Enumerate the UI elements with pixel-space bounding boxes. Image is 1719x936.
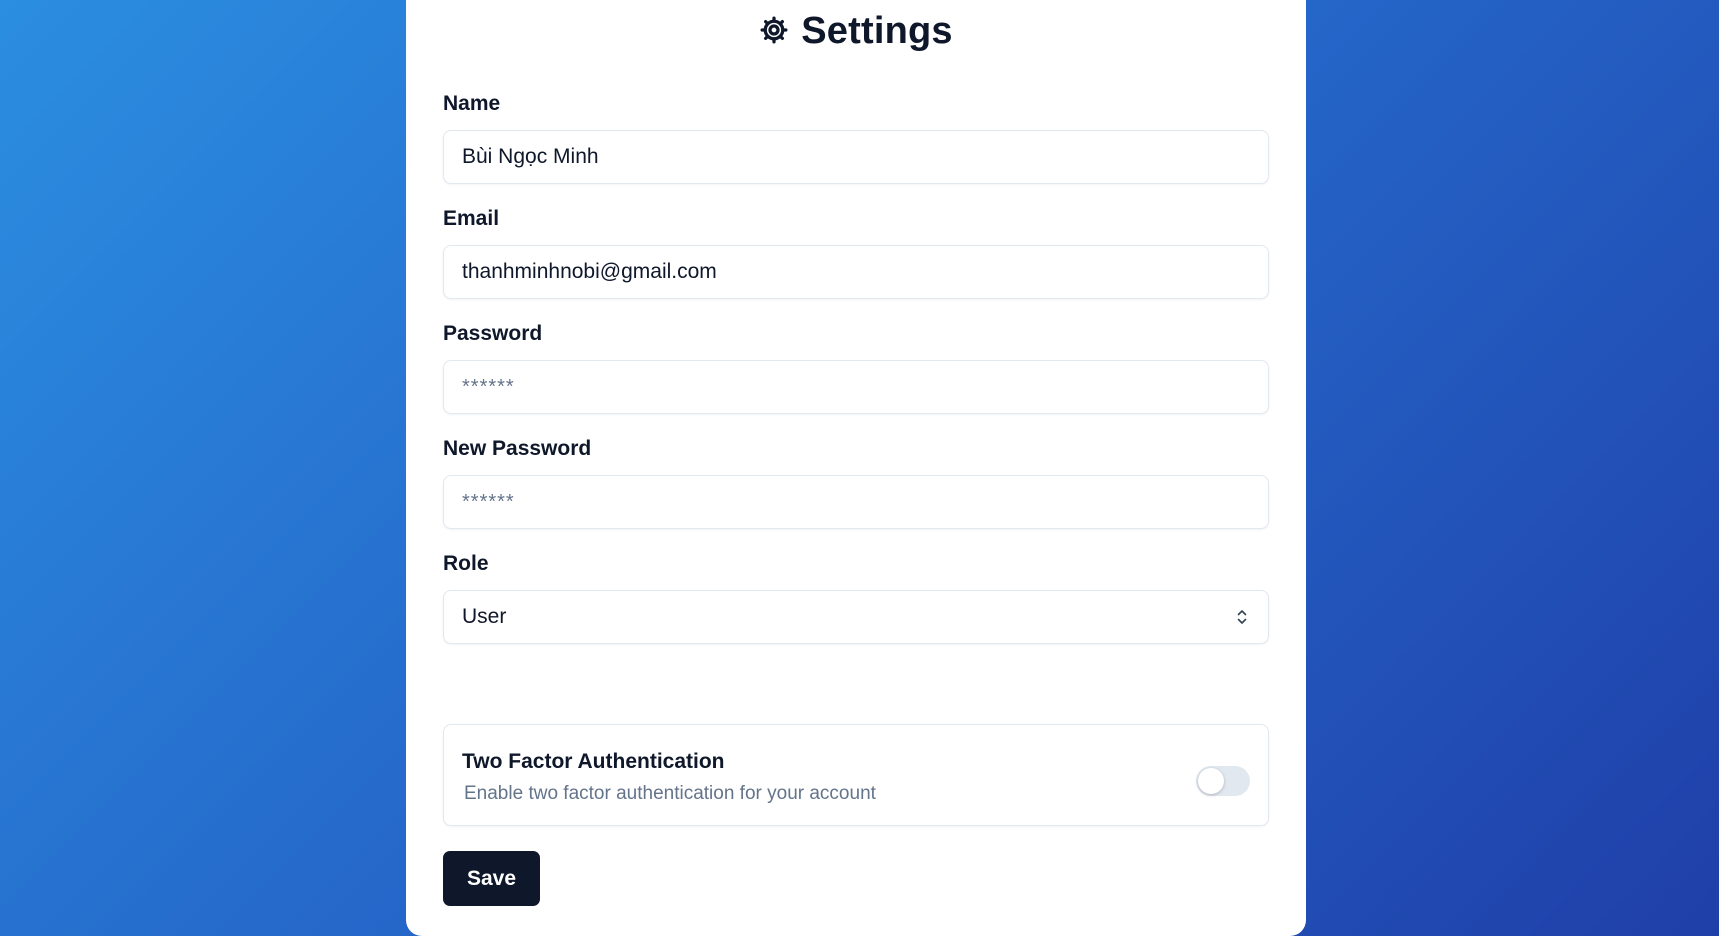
two-factor-description: Enable two factor authentication for you…	[464, 783, 876, 804]
password-field[interactable]: ******	[443, 360, 1269, 414]
name-field[interactable]: Bùi Ngọc Minh	[443, 130, 1269, 184]
gear-icon	[759, 14, 789, 52]
email-field[interactable]: thanhminhnobi@gmail.com	[443, 245, 1269, 299]
two-factor-panel: Two Factor Authentication Enable two fac…	[443, 724, 1269, 826]
new-password-label: New Password	[443, 437, 592, 460]
email-label: Email	[443, 207, 500, 230]
page-title-text: Settings	[801, 10, 953, 52]
name-label: Name	[443, 92, 501, 115]
two-factor-toggle[interactable]	[1196, 766, 1250, 796]
password-placeholder: ******	[462, 375, 515, 398]
toggle-knob	[1198, 768, 1224, 794]
new-password-placeholder: ******	[462, 490, 515, 513]
page-title: Settings	[406, 12, 1306, 52]
name-value: Bùi Ngọc Minh	[462, 145, 599, 168]
settings-card: Settings Name Bùi Ngọc Minh Email thanhm…	[406, 0, 1306, 936]
role-select[interactable]: User	[443, 590, 1269, 644]
two-factor-title: Two Factor Authentication	[462, 750, 725, 773]
email-value: thanhminhnobi@gmail.com	[462, 260, 717, 283]
role-label: Role	[443, 552, 489, 575]
chevron-up-down-icon	[1236, 608, 1248, 626]
password-label: Password	[443, 322, 543, 345]
new-password-field[interactable]: ******	[443, 475, 1269, 529]
save-button[interactable]: Save	[443, 851, 540, 906]
role-value: User	[462, 605, 507, 628]
